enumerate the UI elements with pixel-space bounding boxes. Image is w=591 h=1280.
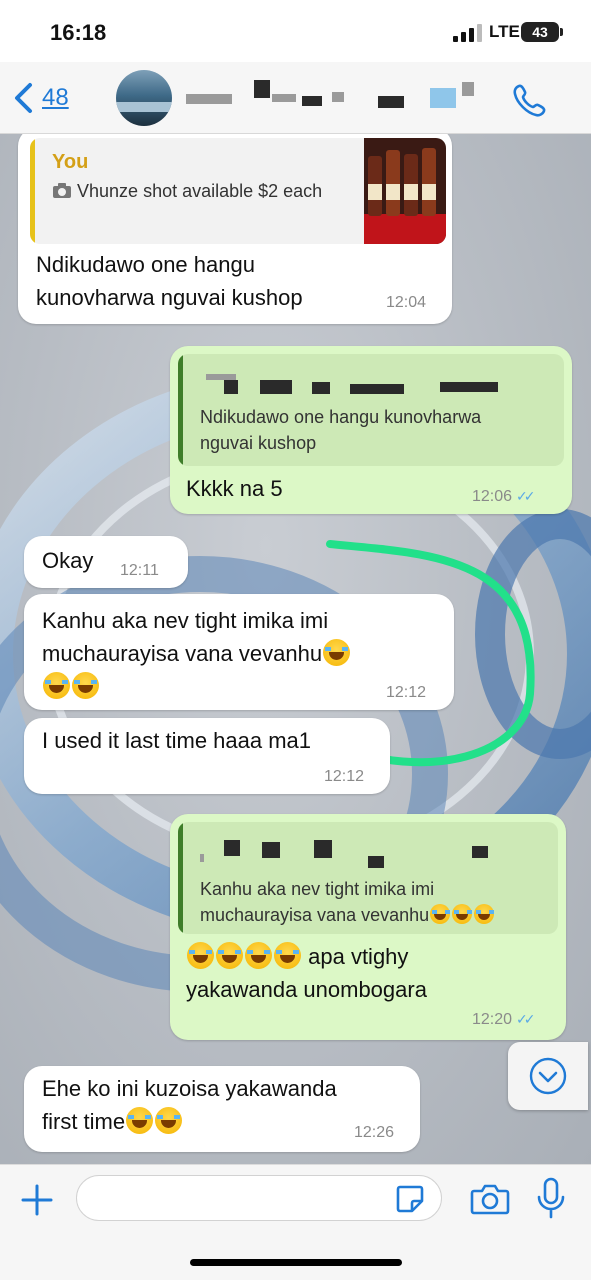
- message-text-line: yakawanda unombogara: [186, 977, 427, 1002]
- camera-icon[interactable]: [470, 1181, 510, 1217]
- microphone-icon[interactable]: [536, 1177, 566, 1219]
- quoted-message[interactable]: You Vhunze shot available $2 each: [30, 138, 446, 244]
- message-text: I used it last time haaa ma1: [42, 728, 312, 753]
- chat-header: 48: [0, 62, 591, 134]
- signal-strength-icon: [453, 24, 482, 42]
- message-text-line-2: muchaurayisa vana vevanhu: [42, 641, 323, 666]
- message-time-value: 12:20: [472, 1011, 513, 1028]
- home-indicator: [190, 1259, 402, 1266]
- quoted-image-thumbnail[interactable]: [364, 138, 446, 244]
- avatar[interactable]: [116, 70, 172, 126]
- battery-icon: 43: [521, 22, 559, 42]
- quote-text-row: Vhunze shot available $2 each: [52, 178, 352, 204]
- quoted-message[interactable]: Ndikudawo one hangu kunovharwa nguvai ku…: [178, 354, 564, 466]
- message-time: 12:20 ✓✓: [472, 1010, 536, 1029]
- back-button[interactable]: 48: [12, 78, 92, 118]
- message-time: 12:11: [120, 562, 159, 579]
- message-text-line-2: first time: [42, 1109, 126, 1134]
- read-receipt-icon: ✓✓: [516, 488, 536, 504]
- unread-count: 48: [42, 84, 69, 111]
- quote-text-line: Kanhu aka nev tight imika imi: [200, 879, 435, 899]
- laughing-emoji-icon: [245, 942, 272, 969]
- message-bubble-outgoing[interactable]: Ndikudawo one hangu kunovharwa nguvai ku…: [170, 346, 572, 514]
- laughing-emoji-icon: [216, 942, 243, 969]
- message-time: 12:04: [386, 294, 427, 311]
- laughing-emoji-icon: [452, 904, 473, 924]
- message-bubble-outgoing[interactable]: Kanhu aka nev tight imika imi muchaurayi…: [170, 814, 566, 1040]
- message-text: Ndikudawo one hangu kunovharwa nguvai ku…: [36, 252, 303, 310]
- message-bubble-incoming[interactable]: Kanhu aka nev tight imika imi muchaurayi…: [24, 594, 454, 710]
- chevron-down-icon: [529, 1057, 567, 1095]
- status-bar: 16:18 LTE 43: [0, 0, 591, 62]
- laughing-emoji-icon: [430, 904, 451, 924]
- quote-text-line: muchaurayisa vana vevanhu: [200, 902, 550, 928]
- laughing-emoji-icon: [274, 942, 301, 969]
- laughing-emoji-icon: [187, 942, 214, 969]
- plus-icon[interactable]: [20, 1183, 54, 1217]
- chevron-left-icon: [15, 83, 32, 113]
- message-time: 12:26: [354, 1124, 395, 1141]
- message-text: Kanhu aka nev tight imika imi muchaurayi…: [42, 604, 442, 703]
- message-text: apa vtighy yakawanda unombogara: [186, 940, 556, 1006]
- status-time: 16:18: [50, 20, 107, 45]
- read-receipt-icon: ✓✓: [516, 1011, 536, 1027]
- message-text-line: muchaurayisa vana vevanhu: [42, 637, 442, 670]
- quote-text: Kanhu aka nev tight imika imi muchaurayi…: [200, 876, 550, 928]
- phone-icon[interactable]: [510, 80, 550, 120]
- laughing-emoji-icon: [72, 672, 99, 699]
- battery-cap: [560, 28, 563, 36]
- sticker-icon[interactable]: [394, 1183, 426, 1215]
- network-type: LTE: [489, 22, 520, 41]
- message-text-line-1: apa vtighy: [308, 944, 409, 969]
- laughing-emoji-icon: [155, 1107, 183, 1134]
- laughing-emoji-icon: [474, 904, 495, 924]
- composer-bar: [0, 1164, 591, 1280]
- message-bubble-incoming[interactable]: Ehe ko ini kuzoisa yakawanda first time …: [24, 1066, 420, 1152]
- quote-text: Ndikudawo one hangu kunovharwa nguvai ku…: [200, 407, 482, 453]
- message-text-line: apa vtighy: [186, 940, 556, 973]
- quote-text-line-2: muchaurayisa vana vevanhu: [200, 905, 430, 925]
- message-time: 12:12: [324, 768, 365, 785]
- laughing-emoji-icon: [43, 672, 70, 699]
- message-bubble-incoming[interactable]: I used it last time haaa ma1 12:12: [24, 718, 390, 794]
- message-time: 12:12: [386, 684, 427, 701]
- chat-area[interactable]: You Vhunze shot available $2 each Ndikud…: [0, 134, 591, 1164]
- camera-icon: [53, 183, 71, 198]
- quote-text: Vhunze shot available $2 each: [77, 181, 323, 201]
- quote-author: You: [52, 151, 89, 173]
- message-text-line: Kanhu aka nev tight imika imi: [42, 608, 329, 633]
- message-bubble-incoming[interactable]: Okay 12:11: [24, 536, 188, 588]
- emoji-row: [42, 670, 442, 703]
- laughing-emoji-icon: [323, 639, 351, 666]
- message-text-line: Ehe ko ini kuzoisa yakawanda: [42, 1076, 337, 1101]
- message-input[interactable]: [76, 1175, 442, 1221]
- message-bubble-incoming[interactable]: You Vhunze shot available $2 each Ndikud…: [18, 134, 452, 324]
- quoted-message[interactable]: Kanhu aka nev tight imika imi muchaurayi…: [178, 822, 558, 934]
- scroll-to-bottom-button[interactable]: [508, 1042, 588, 1110]
- message-time-value: 12:06: [472, 488, 513, 505]
- message-time: 12:06 ✓✓: [472, 487, 536, 506]
- laughing-emoji-icon: [126, 1107, 154, 1134]
